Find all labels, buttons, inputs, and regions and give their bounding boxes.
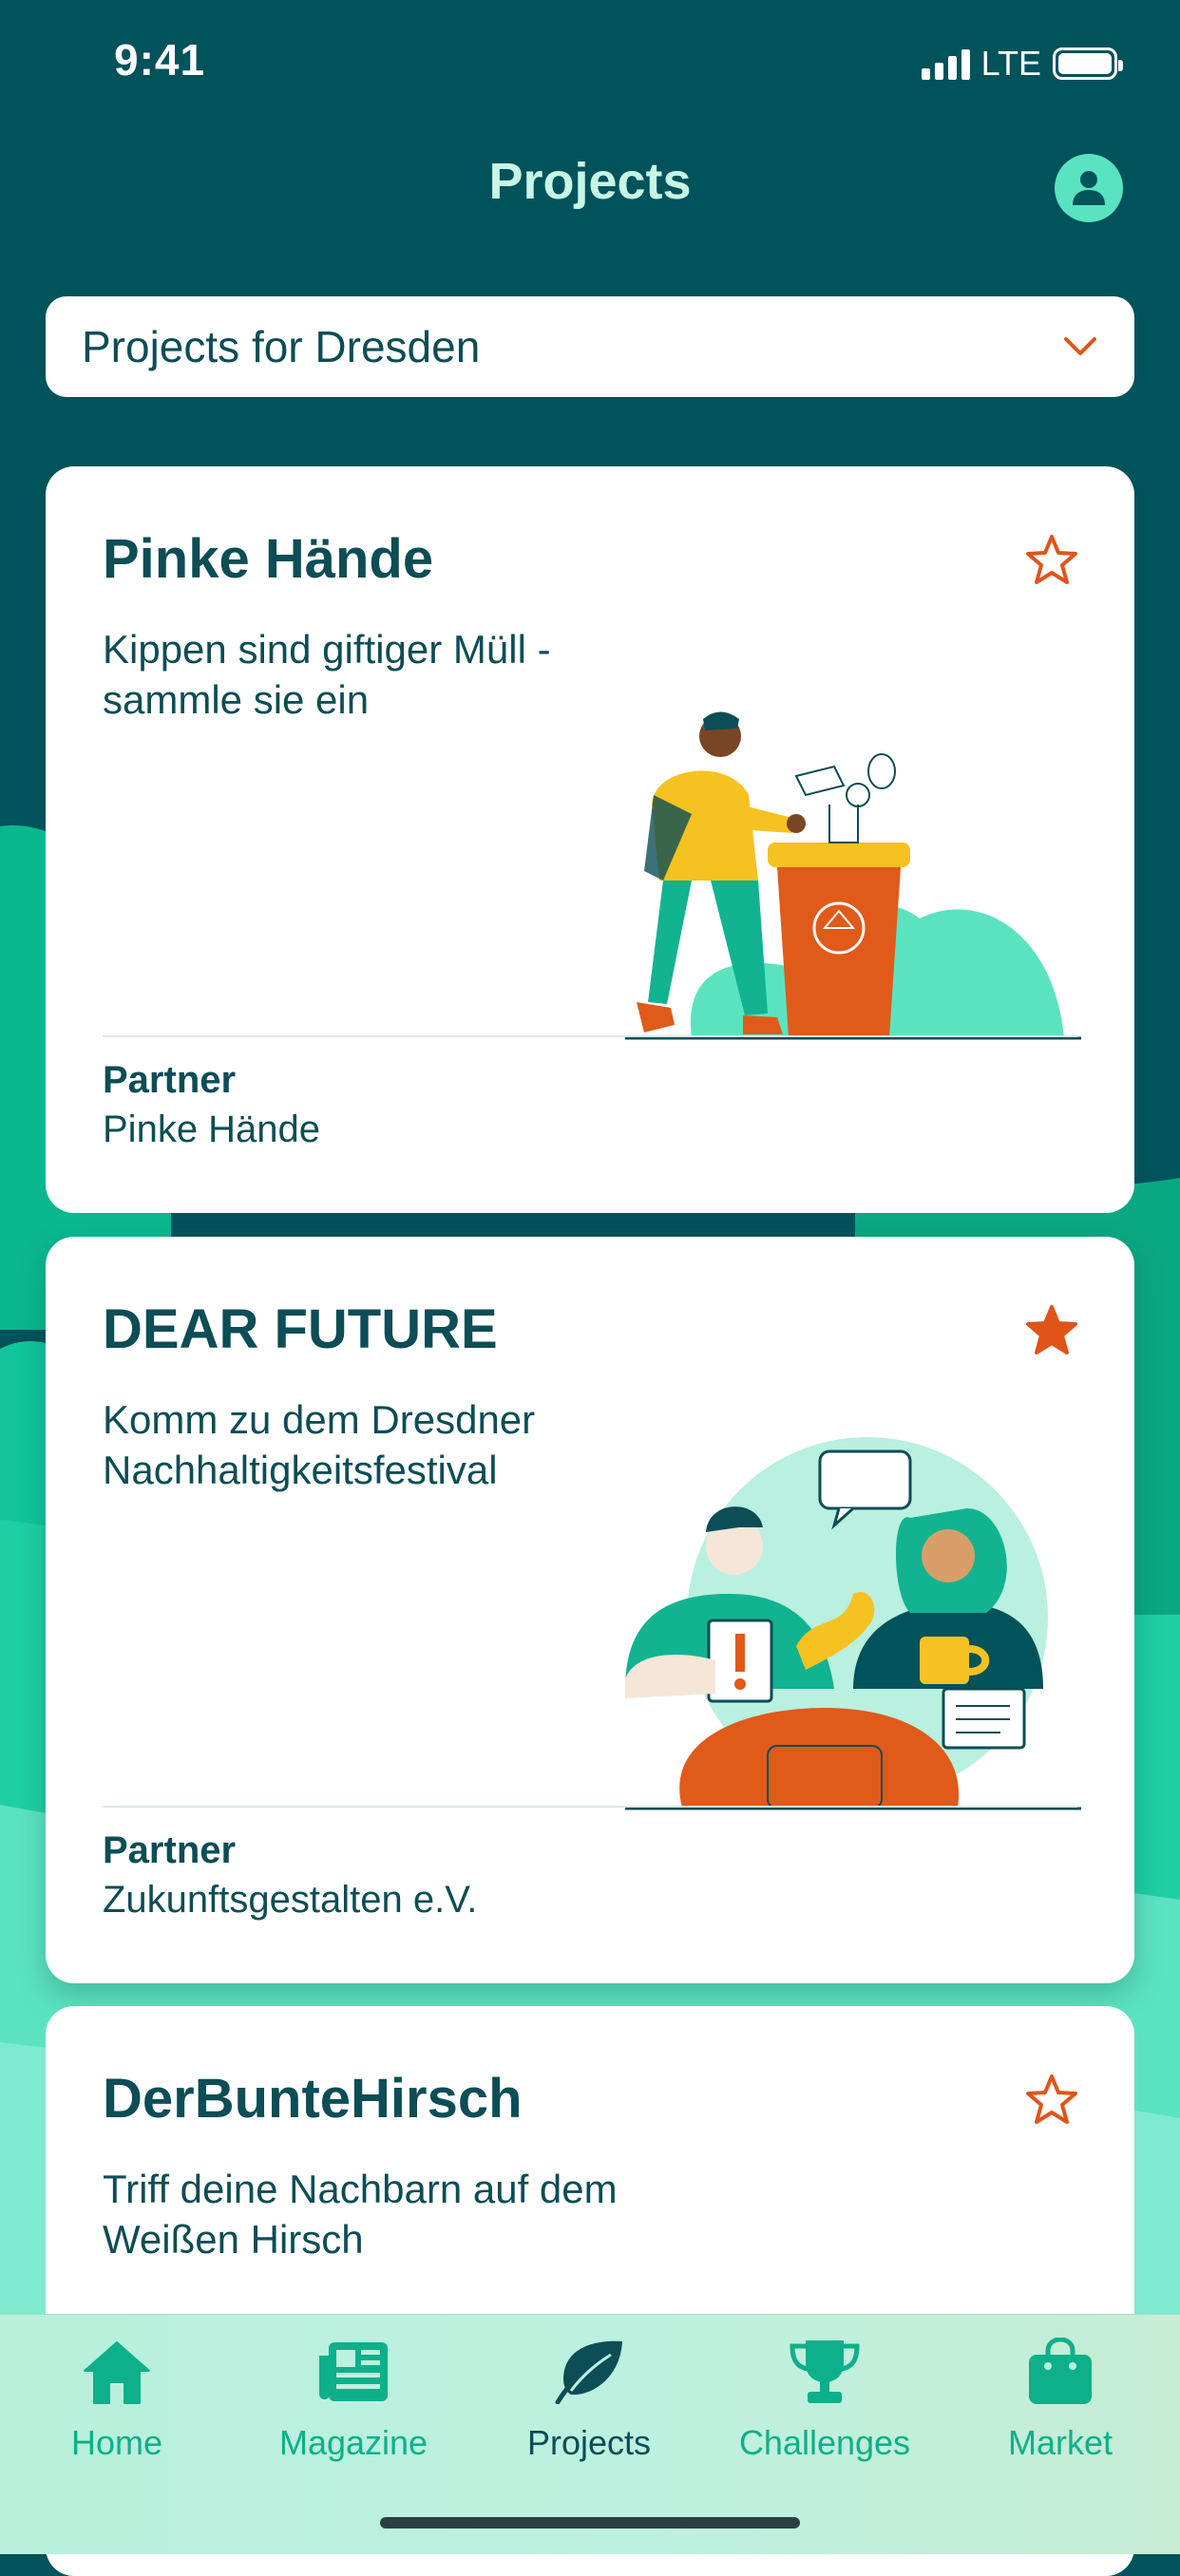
tab-magazine[interactable]: Magazine — [249, 2334, 458, 2463]
project-title: DEAR FUTURE — [103, 1298, 498, 1360]
project-title: Pinke Hände — [103, 528, 434, 590]
tab-label: Challenges — [738, 2423, 911, 2462]
shopping-bag-icon — [1029, 2338, 1092, 2404]
person-icon — [1073, 171, 1105, 205]
chevron-down-icon — [1064, 337, 1096, 355]
status-bar: 9:41 LTE — [0, 0, 1180, 123]
status-time: 9:41 — [114, 35, 206, 85]
city-selector-value: Projects for Dresden — [82, 322, 481, 371]
tab-label: Home — [70, 2423, 163, 2462]
home-icon — [84, 2341, 150, 2404]
page-title: Projects — [488, 153, 692, 210]
project-card-dear-future[interactable]: DEAR FUTURE Komm zu dem Dresdner Nachhal… — [46, 1237, 1134, 1983]
partner-label: Partner — [103, 1059, 237, 1101]
trophy-icon — [790, 2340, 860, 2403]
leaf-icon — [555, 2340, 622, 2404]
tab-label: Market — [1007, 2423, 1113, 2462]
recycling-illustration — [625, 711, 1081, 1040]
status-indicators: LTE — [921, 44, 1123, 84]
festival-illustration — [625, 1437, 1081, 1810]
favorite-star-icon[interactable] — [1022, 2071, 1081, 2130]
partner-name: Zukunftsgestalten e.V. — [103, 1879, 478, 1921]
favorite-star-filled-icon[interactable] — [1022, 1301, 1081, 1360]
tab-projects[interactable]: Projects — [485, 2334, 694, 2463]
network-label: LTE — [980, 44, 1041, 83]
newspaper-icon — [319, 2342, 388, 2401]
city-selector[interactable]: Projects for Dresden — [46, 296, 1134, 397]
favorite-star-icon[interactable] — [1022, 531, 1081, 590]
tab-label: Projects — [526, 2423, 652, 2462]
project-description: Komm zu dem Dresdner Nachhaltigkeitsfest… — [103, 1397, 536, 1492]
tab-label: Magazine — [278, 2423, 428, 2462]
tab-challenges[interactable]: Challenges — [720, 2334, 929, 2463]
card-divider — [103, 1035, 1077, 1037]
project-description: Kippen sind giftiger Müll - sammle sie e… — [103, 627, 551, 722]
profile-button[interactable] — [1055, 154, 1123, 222]
project-description: Triff deine Nachbarn auf dem Weißen Hirs… — [103, 2167, 618, 2262]
tab-home[interactable]: Home — [12, 2334, 221, 2463]
project-title: DerBunteHirsch — [103, 2068, 523, 2130]
partner-name: Pinke Hände — [103, 1108, 321, 1150]
partner-label: Partner — [103, 1829, 237, 1871]
project-card-pinke-haende[interactable]: Pinke Hände Kippen sind giftiger Müll - … — [46, 466, 1134, 1213]
signal-icon — [921, 47, 970, 80]
tab-market[interactable]: Market — [956, 2334, 1165, 2463]
battery-icon — [1053, 47, 1123, 80]
home-indicator[interactable] — [380, 2517, 800, 2529]
card-divider — [103, 1806, 1077, 1808]
